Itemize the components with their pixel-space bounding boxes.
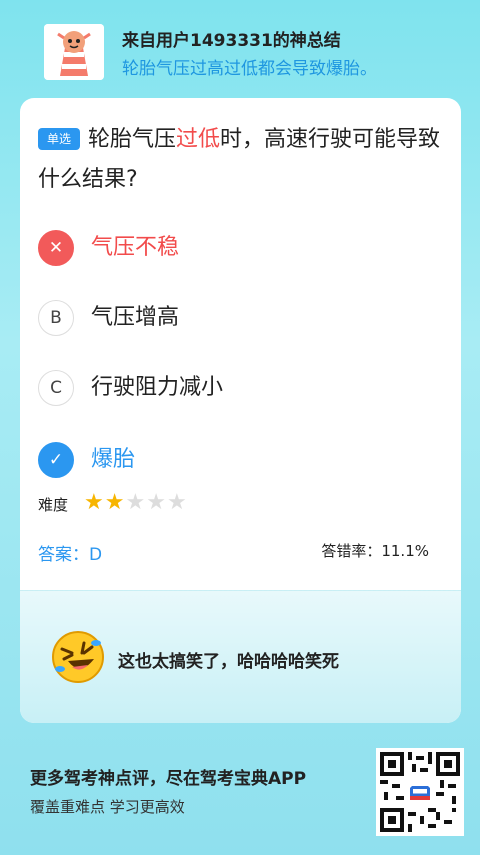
header-subtitle: 轮胎气压过高过低都会导致爆胎。 [122,59,377,79]
difficulty-stars: ★★★★★ [84,490,188,515]
option-marker: C [38,370,74,406]
question-text-before: 轮胎气压 [88,127,177,152]
laughing-emoji-icon [50,629,106,685]
option-d[interactable]: ✓ 爆胎 [38,442,438,482]
option-a[interactable]: ✕ 气压不稳 [38,230,438,270]
qr-code[interactable] [376,748,464,836]
option-label: 气压不稳 [91,235,180,260]
question-card: 单选 轮胎气压过低时，高速行驶可能导致什么结果? ✕ 气压不稳 B 气压增高 C… [20,98,461,723]
avatar[interactable] [44,24,104,80]
option-label: 行驶阻力减小 [91,375,224,400]
option-marker: B [38,300,74,336]
option-b[interactable]: B 气压增高 [38,300,438,340]
comment-box: 这也太搞笑了，哈哈哈哈笑死 [20,590,461,723]
option-label: 爆胎 [91,447,136,472]
star-icon: ★ [166,490,188,515]
star-icon: ★ [146,490,167,515]
header: 来自用户1493331的神总结 轮胎气压过高过低都会导致爆胎。 [0,0,480,100]
footer-title: 更多驾考神点评，尽在驾考宝典APP [30,769,307,789]
question-text: 轮胎气压过低时，高速行驶可能导致什么结果? [38,120,448,200]
difficulty-label: 难度 [38,496,69,514]
question-text-highlight: 过低 [176,127,221,152]
star-icon: ★ [84,490,105,515]
answer-label: 答案：D [38,545,103,565]
star-icon: ★ [104,490,126,515]
option-c[interactable]: C 行驶阻力减小 [38,370,438,410]
error-rate: 答错率：11.1% [321,542,429,560]
footer-subtitle: 覆盖重难点 学习更高效 [30,798,185,816]
check-icon: ✓ [38,442,74,478]
header-title: 来自用户1493331的神总结 [122,31,341,51]
comment-text: 这也太搞笑了，哈哈哈哈笑死 [118,652,339,672]
option-label: 气压增高 [91,305,180,330]
wrong-icon: ✕ [38,230,74,266]
star-icon: ★ [125,490,147,515]
